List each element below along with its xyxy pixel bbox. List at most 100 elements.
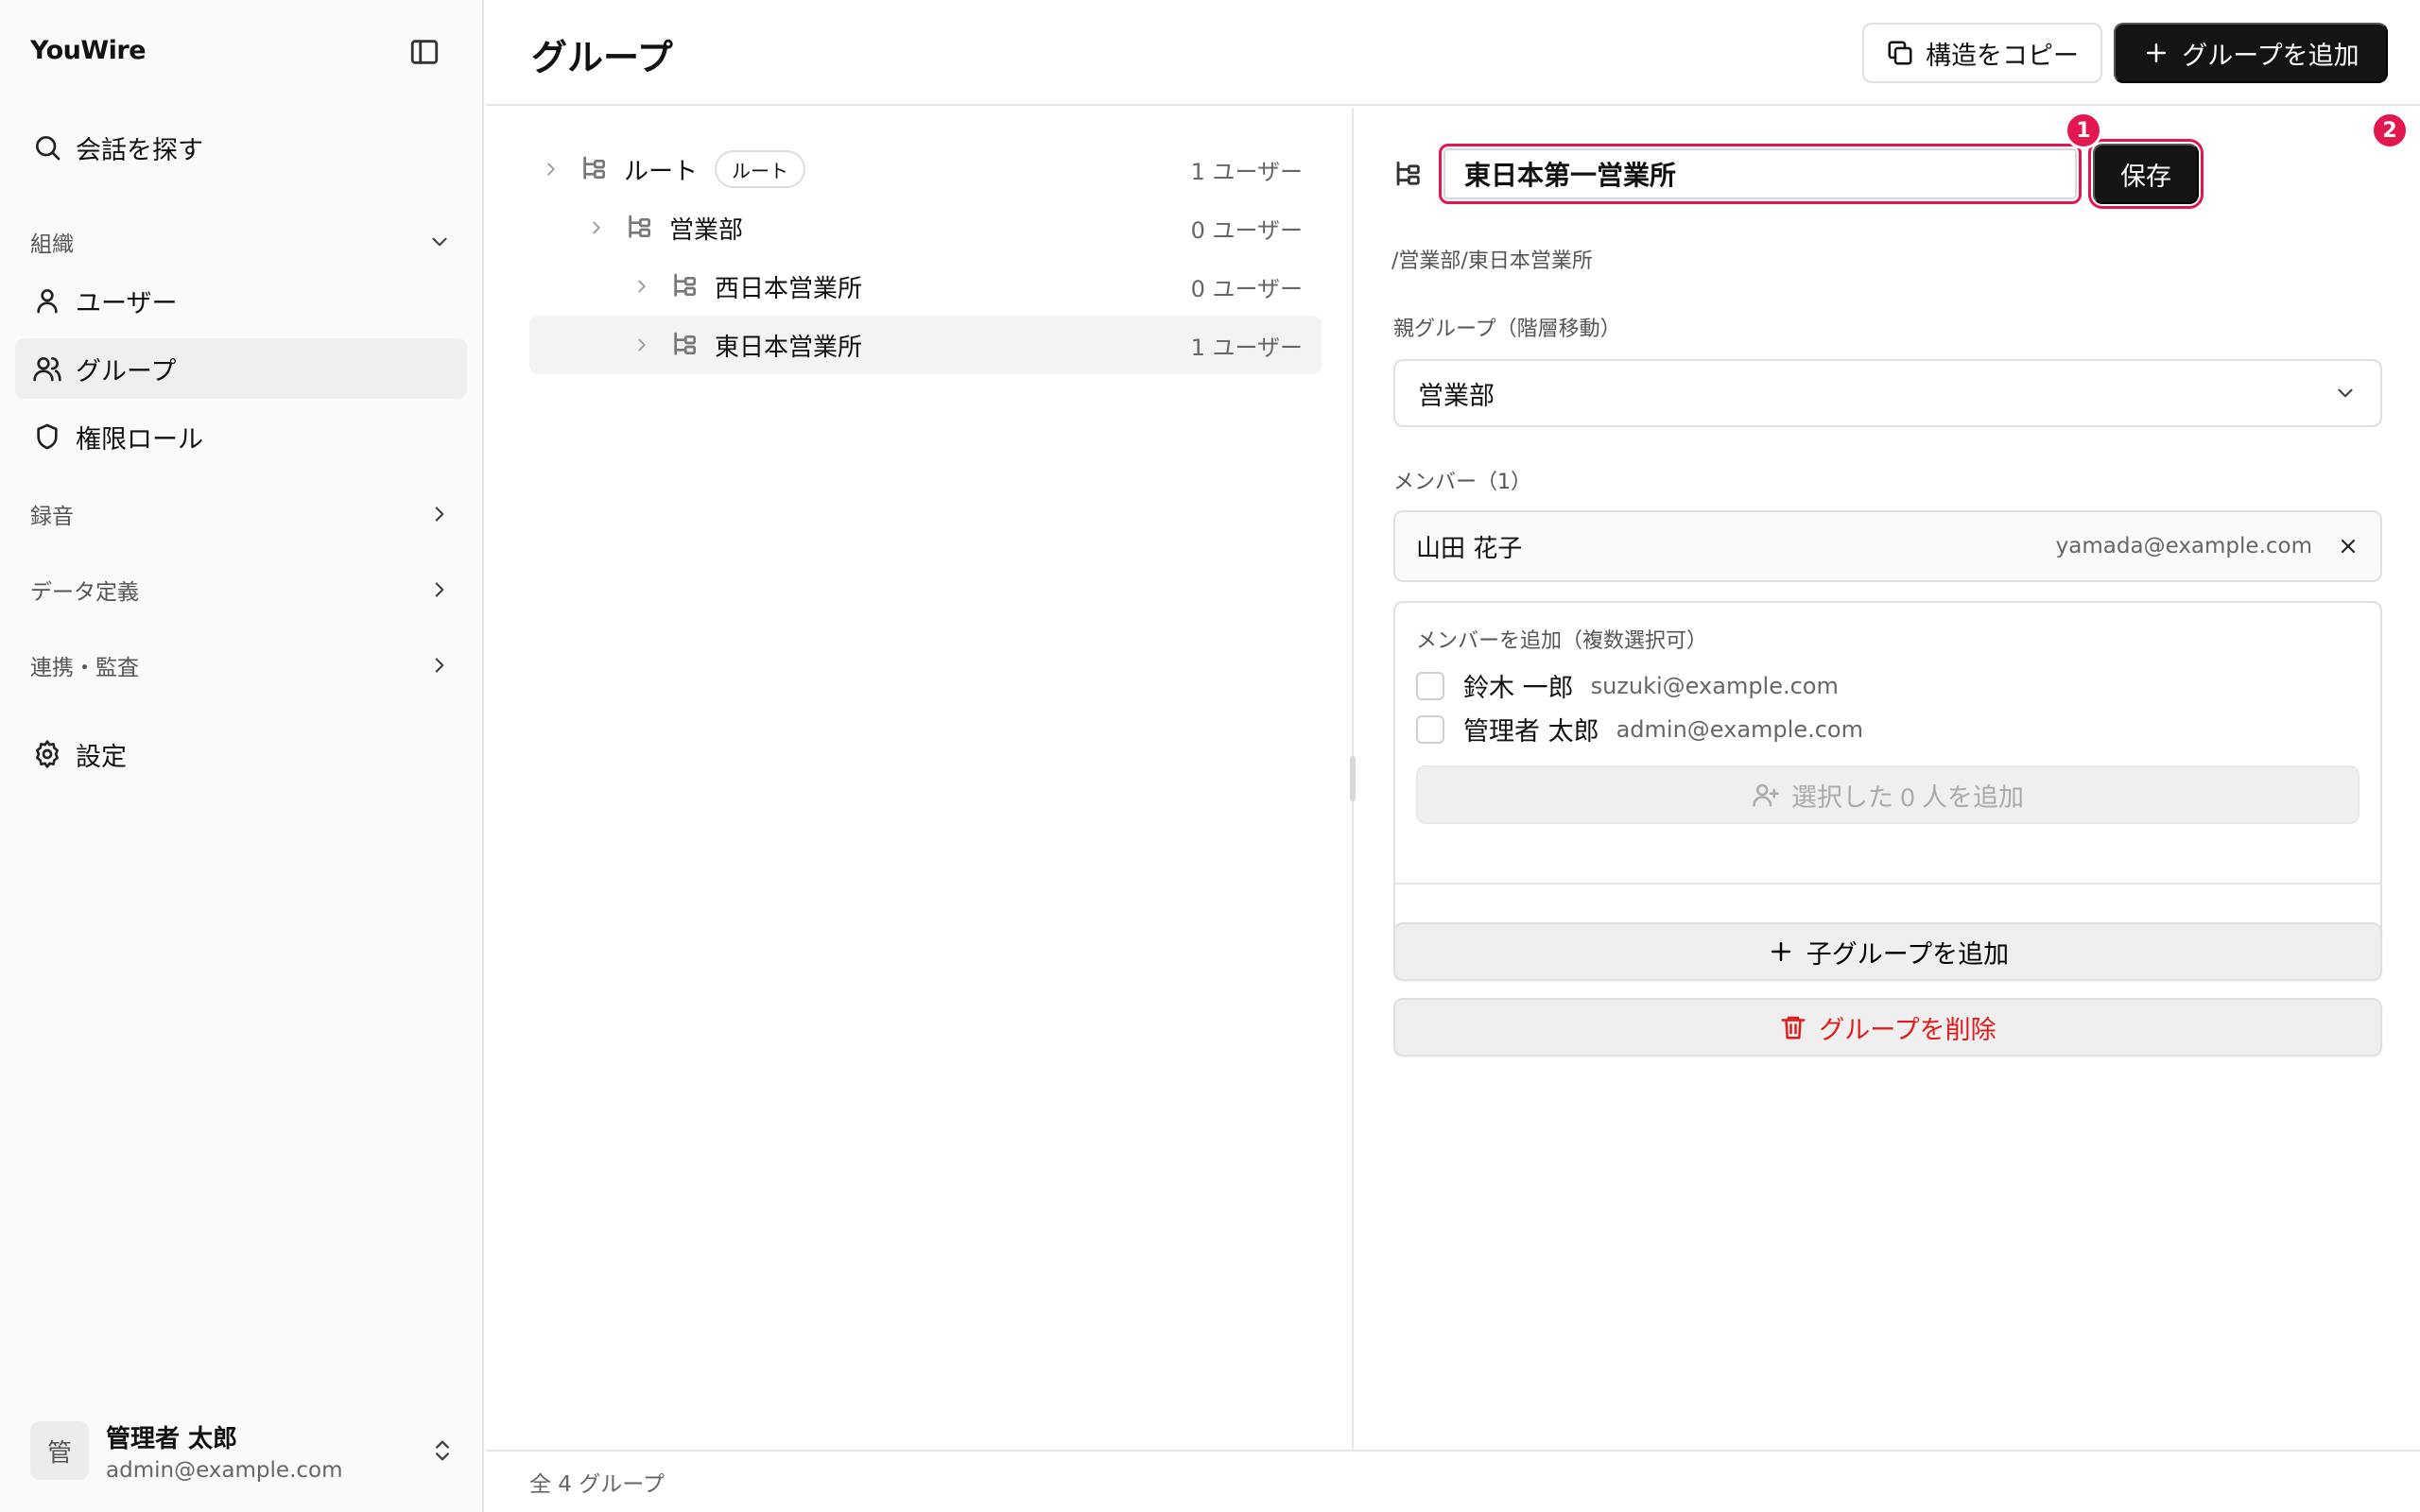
group-path: /営業部/東日本営業所	[1392, 249, 1593, 273]
copy-structure-button[interactable]: 構造をコピー	[1862, 23, 2102, 83]
delete-group-button[interactable]: グループを削除	[1393, 998, 2382, 1057]
section-org[interactable]: 組織	[30, 221, 452, 263]
tree-structure-icon	[669, 271, 700, 301]
user-icon	[32, 285, 62, 316]
plus-icon	[2142, 39, 2170, 67]
annotation-marker-2: 2	[2371, 112, 2409, 149]
user-name: 管理者 太郎	[106, 1424, 238, 1453]
tree-structure-icon	[579, 154, 609, 184]
user-email: admin@example.com	[106, 1457, 343, 1483]
chevron-right-icon[interactable]	[631, 335, 652, 355]
sidebar-item-roles[interactable]: 権限ロール	[15, 406, 467, 467]
add-members-panel: メンバーを追加（複数選択可） 鈴木 一郎 suzuki@example.com …	[1393, 601, 2382, 953]
candidate-name: 管理者 太郎	[1463, 717, 1599, 747]
user-count: 1 ユーザー	[1190, 334, 1303, 361]
users-icon	[32, 353, 62, 384]
parent-group-label: 親グループ（階層移動）	[1393, 318, 1621, 341]
chevron-down-icon	[2333, 381, 2358, 405]
page-title: グループ	[531, 37, 673, 78]
add-group-button[interactable]: グループを追加	[2114, 23, 2388, 83]
user-count: 0 ユーザー	[1190, 275, 1303, 302]
user-count: 1 ユーザー	[1190, 158, 1303, 185]
group-tree: ルート ルート 1 ユーザー 営業部 0 ユーザー 西日本営業所 0 ユーザー …	[486, 108, 1354, 1450]
add-child-group-button[interactable]: 子グループを追加	[1393, 922, 2382, 981]
group-count-summary: 全 4 グループ	[529, 1472, 665, 1497]
user-menu[interactable]: 管 管理者 太郎 admin@example.com	[30, 1418, 456, 1484]
avatar: 管	[30, 1421, 89, 1480]
chevron-right-icon	[427, 577, 452, 602]
tree-label: 営業部	[669, 215, 744, 245]
status-bar: 全 4 グループ	[486, 1450, 2420, 1512]
candidate-email: admin@example.com	[1616, 715, 1863, 743]
candidate-row[interactable]: 鈴木 一郎 suzuki@example.com	[1416, 667, 1839, 704]
sidebar-item-label: ユーザー	[76, 288, 178, 318]
section-org-label: 組織	[30, 232, 74, 257]
page-header: グループ 構造をコピー グループを追加	[486, 0, 2420, 106]
chevrons-up-down-icon	[429, 1437, 456, 1464]
section-data-definition-label: データ定義	[30, 580, 139, 605]
copy-icon	[1886, 39, 1914, 67]
tree-row-west[interactable]: 西日本営業所 0 ユーザー	[529, 257, 1322, 316]
tree-label: 西日本営業所	[715, 274, 863, 303]
chevron-right-icon	[427, 502, 452, 526]
tree-label: 東日本営業所	[715, 333, 863, 362]
candidate-checkbox[interactable]	[1416, 671, 1444, 700]
add-selected-label: 選択した 0 人を追加	[1790, 782, 2025, 812]
root-badge: ルート	[715, 150, 806, 188]
search-conversations[interactable]: 会話を探す	[15, 117, 467, 178]
tree-structure-icon	[624, 213, 654, 243]
chevron-right-icon	[427, 653, 452, 678]
add-selected-button[interactable]: 選択した 0 人を追加	[1416, 765, 2360, 824]
candidate-checkbox[interactable]	[1416, 714, 1444, 744]
chevron-right-icon[interactable]	[631, 276, 652, 297]
add-child-group-label: 子グループを追加	[1806, 939, 2010, 969]
remove-member-icon[interactable]	[2337, 535, 2360, 558]
parent-group-select[interactable]: 営業部	[1393, 359, 2382, 427]
sidebar-item-groups[interactable]: グループ	[15, 338, 467, 399]
annotation-marker-1: 1	[2065, 112, 2102, 149]
section-recording-label: 録音	[30, 505, 74, 529]
member-row: 山田 花子 yamada@example.com	[1393, 510, 2382, 582]
sidebar-item-users[interactable]: ユーザー	[15, 270, 467, 331]
chevron-right-icon[interactable]	[586, 217, 607, 238]
member-email: yamada@example.com	[2055, 534, 2312, 558]
tree-structure-icon	[1392, 159, 1424, 191]
save-button[interactable]: 保存	[2088, 139, 2204, 209]
chevron-right-icon[interactable]	[541, 159, 562, 180]
tree-row-sales[interactable]: 営業部 0 ユーザー	[529, 198, 1322, 257]
tree-label: ルート	[624, 157, 699, 186]
search-icon	[32, 132, 62, 163]
section-divider	[1393, 883, 2382, 885]
members-label: メンバー（1）	[1393, 471, 1531, 494]
sidebar: YouWire 会話を探す 組織 ユーザー グループ 権限ロール 録音 データ定…	[0, 0, 484, 1512]
group-name-input[interactable]	[1439, 144, 2082, 204]
copy-structure-label: 構造をコピー	[1926, 41, 2079, 70]
add-group-label: グループを追加	[2182, 41, 2360, 70]
tree-row-root[interactable]: ルート ルート 1 ユーザー	[529, 140, 1322, 198]
sidebar-item-label: 設定	[76, 742, 127, 772]
candidate-email: suzuki@example.com	[1590, 672, 1839, 699]
plus-icon	[1767, 937, 1795, 966]
member-name: 山田 花子	[1416, 534, 1523, 563]
tree-structure-icon	[669, 330, 700, 360]
user-plus-icon	[1752, 781, 1780, 809]
add-members-label: メンバーを追加（複数選択可）	[1416, 629, 1708, 653]
chevron-down-icon	[427, 230, 452, 254]
gear-icon	[32, 739, 62, 769]
sidebar-item-settings[interactable]: 設定	[15, 724, 467, 784]
candidate-name: 鈴木 一郎	[1463, 674, 1574, 703]
section-recording[interactable]: 録音	[30, 493, 452, 535]
tree-row-east[interactable]: 東日本営業所 1 ユーザー	[529, 316, 1322, 374]
section-data-definition[interactable]: データ定義	[30, 569, 452, 610]
section-integration-label: 連携・監査	[30, 656, 139, 680]
search-label: 会話を探す	[76, 135, 203, 165]
sidebar-toggle-icon[interactable]	[408, 36, 441, 68]
candidate-row[interactable]: 管理者 太郎 admin@example.com	[1416, 711, 1863, 747]
brand-logo: YouWire	[30, 36, 147, 65]
trash-icon	[1779, 1013, 1807, 1041]
sidebar-item-label: グループ	[76, 356, 177, 387]
user-count: 0 ユーザー	[1190, 216, 1303, 244]
sidebar-item-label: 権限ロール	[76, 424, 203, 455]
delete-group-label: グループを削除	[1819, 1015, 1996, 1044]
section-integration[interactable]: 連携・監査	[30, 644, 452, 686]
